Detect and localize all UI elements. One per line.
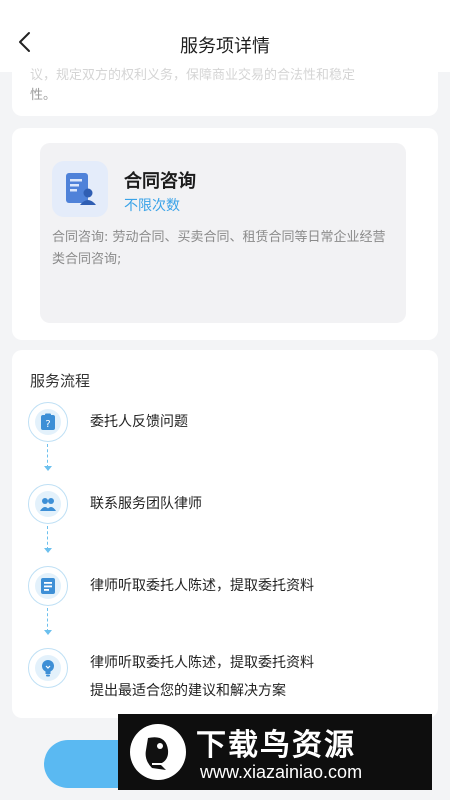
arrow-down-icon	[44, 630, 52, 635]
people-icon	[40, 498, 56, 511]
step-2-text: 联系服务团队律师	[90, 496, 202, 512]
document-person-icon	[52, 161, 108, 217]
arrow-down-icon	[44, 466, 52, 471]
service-card: 合同咨询 不限次数 合同咨询: 劳动合同、买卖合同、租赁合同等日常企业经营类合同…	[12, 128, 438, 340]
chevron-left-icon	[19, 32, 30, 52]
intro-text-partial: 议，规定双方的权利义务，保障商业交易的合法性和稳定	[30, 68, 356, 83]
flow-connector	[47, 444, 48, 468]
svg-text:?: ?	[45, 419, 50, 430]
step-4-text-line2: 提出最适合您的建议和解决方案	[90, 683, 286, 699]
question-clipboard-icon: ?	[41, 413, 55, 430]
bird-logo-icon	[130, 724, 186, 780]
arrow-down-icon	[44, 548, 52, 553]
step-3-icon-circle	[28, 566, 68, 606]
service-description: 合同咨询: 劳动合同、买卖合同、租赁合同等日常企业经营类合同咨询;	[52, 230, 386, 267]
flow-connector	[47, 608, 48, 632]
service-item: 合同咨询 不限次数 合同咨询: 劳动合同、买卖合同、租赁合同等日常企业经营类合同…	[40, 143, 406, 323]
service-flow-card: 服务流程 ? 委托人反馈问题 联系服务团队律师 律师听取委托人陈述，提取委托资料…	[12, 350, 438, 718]
intro-card: 议，规定双方的权利义务，保障商业交易的合法性和稳定 性。	[12, 60, 438, 116]
document-icon	[41, 578, 55, 594]
back-button[interactable]	[12, 30, 36, 54]
watermark-title: 下载鸟资源	[196, 728, 356, 763]
page-title: 服务项详情	[180, 36, 270, 57]
step-2-icon-circle	[28, 484, 68, 524]
flow-connector	[47, 526, 48, 550]
watermark-banner: 下载鸟资源 www.xiazainiao.com	[118, 714, 432, 790]
lightbulb-icon	[42, 660, 54, 677]
flow-title: 服务流程	[30, 372, 91, 390]
step-1-icon-circle: ?	[28, 402, 68, 442]
step-4-icon-circle	[28, 648, 68, 688]
service-usage-limit: 不限次数	[124, 198, 180, 214]
service-title: 合同咨询	[124, 171, 196, 192]
step-3-text: 律师听取委托人陈述，提取委托资料	[90, 578, 314, 594]
step-1-text: 委托人反馈问题	[90, 414, 188, 430]
step-4-text: 律师听取委托人陈述，提取委托资料	[90, 655, 314, 671]
intro-text-line2: 性。	[30, 88, 57, 103]
watermark-url: www.xiazainiao.com	[200, 762, 363, 782]
